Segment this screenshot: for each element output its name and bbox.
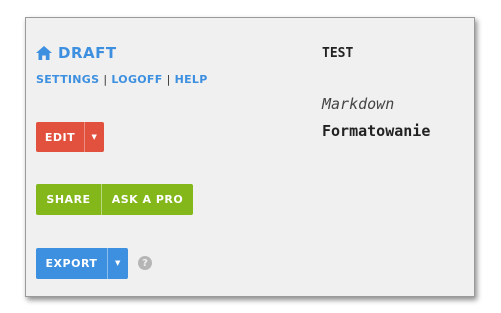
preview-bold-text: Formatowanie [322, 122, 431, 140]
preview-italic-text: Markdown [322, 95, 395, 113]
caret-down-icon: ▼ [91, 132, 98, 141]
share-button[interactable]: SHARE [36, 184, 101, 215]
share-button-group: SHARE ASK A PRO [36, 184, 193, 215]
nav-separator: | [166, 73, 171, 86]
edit-dropdown-toggle[interactable]: ▼ [84, 122, 104, 152]
export-dropdown-toggle[interactable]: ▼ [107, 248, 128, 279]
edit-button[interactable]: EDIT [36, 122, 84, 152]
edit-button-group: EDIT ▼ [36, 122, 104, 152]
preview-title: TEST [322, 46, 354, 61]
question-circle-icon[interactable]: ? [138, 256, 152, 270]
brand[interactable]: DRAFT [36, 44, 117, 62]
export-button[interactable]: EXPORT [36, 248, 107, 279]
ask-a-pro-button[interactable]: ASK A PRO [101, 184, 193, 215]
caret-down-icon: ▼ [115, 259, 121, 267]
app-window: DRAFT SETTINGS | LOGOFF | HELP EDIT ▼ SH… [25, 17, 475, 297]
nav-separator: | [103, 73, 108, 86]
settings-link[interactable]: SETTINGS [36, 73, 99, 86]
export-button-group: EXPORT ▼ [36, 248, 128, 279]
top-nav: SETTINGS | LOGOFF | HELP [36, 73, 208, 86]
brand-label: DRAFT [58, 44, 117, 62]
home-icon [36, 46, 52, 60]
logoff-link[interactable]: LOGOFF [111, 73, 162, 86]
help-link[interactable]: HELP [175, 73, 208, 86]
